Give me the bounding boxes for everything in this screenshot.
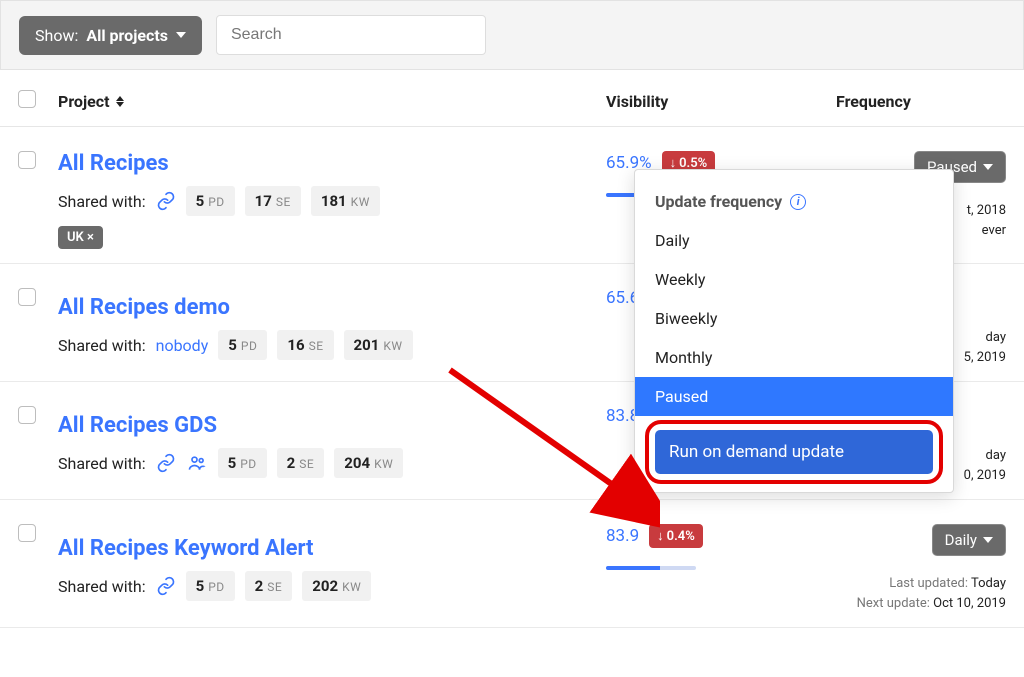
select-all-checkbox[interactable] bbox=[18, 90, 36, 108]
chevron-down-icon bbox=[176, 32, 186, 38]
row-checkbox[interactable] bbox=[18, 406, 36, 424]
table-row: All Recipes Shared with: 5 PD 17 SE 181 … bbox=[0, 127, 1024, 264]
column-header-visibility[interactable]: Visibility bbox=[606, 92, 836, 111]
table-header: Project Visibility Frequency bbox=[0, 70, 1024, 127]
tag-chip[interactable]: UK × bbox=[58, 226, 103, 249]
frequency-button[interactable]: Daily bbox=[932, 524, 1006, 556]
shared-with-label: Shared with: bbox=[58, 577, 146, 596]
frequency-option[interactable]: Paused bbox=[635, 377, 953, 416]
shared-with-label: Shared with: bbox=[58, 336, 146, 355]
chevron-down-icon bbox=[983, 537, 993, 543]
show-filter-button[interactable]: Show: All projects bbox=[19, 16, 202, 55]
stat-chip-se: 2 SE bbox=[245, 571, 293, 601]
stat-chip-pd: 5 PD bbox=[186, 186, 235, 216]
stat-chip-se: 16 SE bbox=[277, 330, 333, 360]
table-row: All Recipes Keyword Alert Shared with: 5… bbox=[0, 500, 1024, 628]
search-input[interactable] bbox=[216, 15, 486, 55]
stat-chip-pd: 5 PD bbox=[218, 448, 267, 478]
spark-bar bbox=[606, 566, 696, 570]
visibility-value: 83.9 bbox=[606, 526, 639, 546]
project-title-link[interactable]: All Recipes Keyword Alert bbox=[58, 536, 314, 561]
frequency-dropdown: Update frequency i DailyWeeklyBiweeklyMo… bbox=[634, 169, 954, 493]
stat-chip-kw: 201 KW bbox=[344, 330, 413, 360]
shared-with-label: Shared with: bbox=[58, 454, 146, 473]
chevron-down-icon bbox=[983, 164, 993, 170]
column-header-project[interactable]: Project bbox=[58, 92, 606, 111]
project-title-link[interactable]: All Recipes GDS bbox=[58, 413, 217, 438]
visibility-delta-badge: ↓ 0.4% bbox=[649, 524, 703, 548]
row-checkbox[interactable] bbox=[18, 524, 36, 542]
stat-chip-se: 17 SE bbox=[245, 186, 301, 216]
dropdown-title: Update frequency bbox=[655, 192, 782, 211]
stat-chip-kw: 204 KW bbox=[334, 448, 403, 478]
row-checkbox[interactable] bbox=[18, 151, 36, 169]
people-icon[interactable] bbox=[186, 453, 208, 473]
stat-chip-kw: 181 KW bbox=[311, 186, 380, 216]
update-meta: Last updated: Today Next update: Oct 10,… bbox=[836, 574, 1006, 613]
frequency-option[interactable]: Monthly bbox=[635, 338, 953, 377]
column-header-frequency[interactable]: Frequency bbox=[836, 92, 1006, 111]
frequency-option[interactable]: Weekly bbox=[635, 260, 953, 299]
stat-chip-pd: 5 PD bbox=[186, 571, 235, 601]
info-icon[interactable]: i bbox=[790, 194, 806, 210]
show-filter-prefix: Show: bbox=[35, 26, 78, 45]
stat-chip-pd: 5 PD bbox=[218, 330, 267, 360]
stat-chip-kw: 202 KW bbox=[302, 571, 371, 601]
frequency-option[interactable]: Daily bbox=[635, 221, 953, 260]
sort-icon bbox=[116, 96, 124, 107]
row-checkbox[interactable] bbox=[18, 288, 36, 306]
stat-chip-se: 2 SE bbox=[277, 448, 325, 478]
link-icon[interactable] bbox=[156, 191, 176, 211]
frequency-option[interactable]: Biweekly bbox=[635, 299, 953, 338]
link-icon[interactable] bbox=[156, 576, 176, 596]
project-title-link[interactable]: All Recipes demo bbox=[58, 295, 230, 320]
run-on-demand-button[interactable]: Run on demand update bbox=[655, 430, 933, 474]
shared-nobody: nobody bbox=[156, 336, 209, 355]
shared-with-label: Shared with: bbox=[58, 192, 146, 211]
project-title-link[interactable]: All Recipes bbox=[58, 151, 169, 176]
link-icon[interactable] bbox=[156, 453, 176, 473]
show-filter-value: All projects bbox=[86, 26, 168, 45]
